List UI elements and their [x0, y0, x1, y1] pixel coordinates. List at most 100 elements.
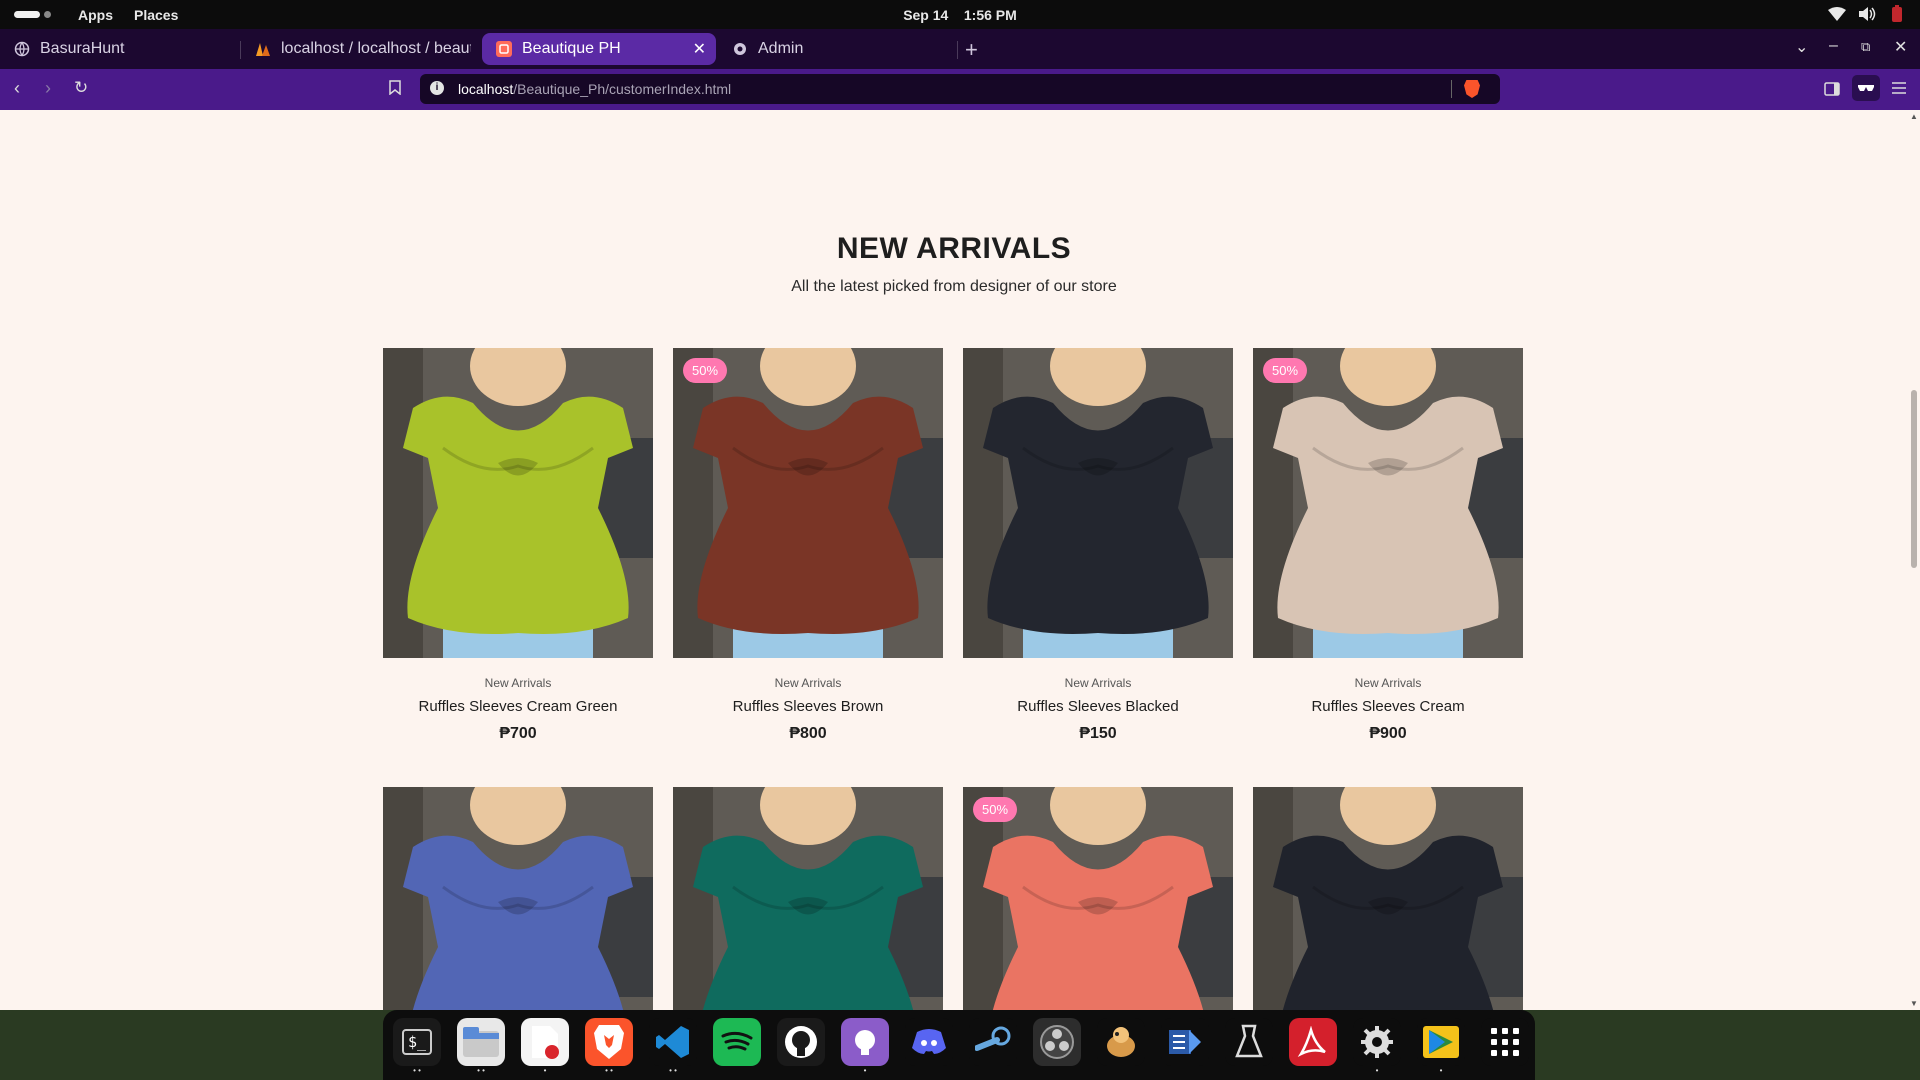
product-price: ₱800	[789, 725, 827, 742]
product-image[interactable]: 50%	[963, 787, 1233, 1010]
game-icon[interactable]	[1097, 1018, 1145, 1066]
product-price: ₱900	[1369, 725, 1407, 742]
workspace-indicator[interactable]	[14, 11, 51, 18]
system-status[interactable]	[1828, 5, 1906, 23]
product-image[interactable]	[1253, 787, 1523, 1010]
play-store-icon[interactable]: •	[1417, 1018, 1465, 1075]
tab-label: Admin	[758, 40, 804, 57]
url-separator	[1451, 80, 1452, 98]
product-card[interactable]	[1253, 787, 1523, 1010]
product-card[interactable]: 50% New Arrivals Ruffles Sleeves Cream ₱900	[1253, 348, 1523, 743]
system-top-bar: Apps Places Sep 14 1:56 PM	[0, 0, 1920, 29]
product-name[interactable]: Ruffles Sleeves Cream	[1253, 698, 1523, 715]
files-icon[interactable]: • •	[457, 1018, 505, 1075]
close-tab-icon[interactable]: ✕	[693, 39, 706, 59]
github-icon[interactable]	[777, 1018, 825, 1066]
sidebar-toggle-icon[interactable]	[1824, 80, 1840, 101]
product-card[interactable]: New Arrivals Ruffles Sleeves Blacked ₱150	[963, 348, 1233, 743]
section-subtitle: All the latest picked from designer of o…	[791, 278, 1117, 295]
product-image[interactable]: 50%	[673, 348, 943, 658]
clock: Sep 14 1:56 PM	[0, 7, 1920, 23]
bookmark-icon[interactable]	[389, 80, 401, 99]
minimize-icon[interactable]: ‒	[1829, 37, 1838, 55]
product-name[interactable]: Ruffles Sleeves Blacked	[963, 698, 1233, 715]
tab-separator	[957, 41, 958, 59]
product-image[interactable]	[673, 787, 943, 1010]
section-title: NEW ARRIVALS	[836, 232, 1072, 265]
scroll-down-icon[interactable]: ▼	[1910, 999, 1918, 1008]
tab-label: localhost / localhost / beauti	[281, 40, 471, 57]
clock-time[interactable]: 1:56 PM	[964, 7, 1017, 23]
web-page: NEW ARRIVALS All the latest picked from …	[0, 110, 1908, 1010]
tab-basurahunt[interactable]: BasuraHunt	[0, 33, 240, 65]
product-card[interactable]	[673, 787, 943, 1010]
apps-menu[interactable]: Apps	[78, 7, 113, 23]
vscode-icon[interactable]: • •	[649, 1018, 697, 1075]
active-workspace[interactable]	[14, 11, 40, 18]
scroll-up-icon[interactable]: ▲	[1910, 112, 1918, 121]
running-indicator: •	[863, 1066, 867, 1075]
product-price: ₱150	[1079, 725, 1117, 742]
video-editor-icon[interactable]	[1161, 1018, 1209, 1066]
product-card[interactable]	[383, 787, 653, 1010]
tab-list-chevron-icon[interactable]: ⌄	[1795, 37, 1808, 57]
reading-glasses-icon[interactable]	[1852, 75, 1880, 101]
inactive-workspace[interactable]	[44, 11, 51, 18]
dock: $_ • • • • • • • • • • • •	[383, 1010, 1535, 1080]
github-desktop-icon[interactable]: •	[841, 1018, 889, 1075]
volume-icon	[1858, 5, 1876, 23]
product-category: New Arrivals	[484, 676, 552, 690]
product-card[interactable]: 50% New Arrivals Ruffles Sleeves Brown ₱800	[673, 348, 943, 743]
address-bar[interactable]: i localhost/Beautique_Ph/customerIndex.h…	[420, 74, 1500, 104]
tab-beautique[interactable]: Beautique PH ✕	[482, 33, 716, 65]
url-text[interactable]: localhost/Beautique_Ph/customerIndex.htm…	[458, 81, 731, 97]
globe-icon	[14, 41, 30, 57]
product-image[interactable]	[383, 787, 653, 1010]
product-image[interactable]	[963, 348, 1233, 658]
running-indicator: • •	[477, 1066, 485, 1075]
spotify-icon[interactable]	[713, 1018, 761, 1066]
tab-phpmyadmin[interactable]: localhost / localhost / beauti	[241, 33, 471, 65]
tab-label: Beautique PH	[522, 40, 621, 57]
product-image[interactable]: 50%	[1253, 348, 1523, 658]
page-scrollbar[interactable]: ▲ ▼	[1908, 110, 1920, 1010]
product-category: New Arrivals	[1064, 676, 1132, 690]
tab-admin[interactable]: Admin	[718, 33, 956, 65]
new-tab-icon[interactable]: +	[965, 37, 978, 63]
pdf-reader-icon[interactable]	[1289, 1018, 1337, 1066]
product-name[interactable]: Ruffles Sleeves Brown	[673, 698, 943, 715]
product-card[interactable]: New Arrivals Ruffles Sleeves Cream Green ₱…	[383, 348, 653, 743]
main-menu-icon[interactable]	[1891, 79, 1907, 100]
product-name[interactable]: Ruffles Sleeves Cream Green	[383, 698, 653, 715]
close-window-icon[interactable]: ✕	[1894, 37, 1907, 57]
product-category: New Arrivals	[1354, 676, 1422, 690]
discord-icon[interactable]	[905, 1018, 953, 1066]
discount-badge: 50%	[683, 358, 728, 383]
text-editor-icon[interactable]: •	[521, 1018, 569, 1075]
inkscape-icon[interactable]	[1225, 1018, 1273, 1066]
forward-icon[interactable]: ›	[45, 78, 51, 99]
app-grid-icon[interactable]	[1481, 1018, 1529, 1066]
obs-icon[interactable]	[1033, 1018, 1081, 1066]
restore-icon[interactable]: ⧉	[1861, 39, 1870, 55]
running-indicator: • •	[605, 1066, 613, 1075]
reload-icon[interactable]: ↻	[74, 78, 88, 98]
back-icon[interactable]: ‹	[14, 78, 20, 99]
running-indicator: •	[543, 1066, 547, 1075]
running-indicator: •	[1439, 1066, 1443, 1075]
brave-icon[interactable]: • •	[585, 1018, 633, 1075]
brave-shields-icon[interactable]	[1464, 80, 1480, 98]
browser-toolbar: ‹ › ↻ i localhost/Beautique_Ph/customerI…	[0, 69, 1920, 110]
phpmyadmin-icon	[255, 41, 271, 57]
running-indicator: • •	[413, 1066, 421, 1075]
clock-date[interactable]: Sep 14	[903, 7, 948, 23]
product-image[interactable]	[383, 348, 653, 658]
places-menu[interactable]: Places	[134, 7, 178, 23]
tab-label: BasuraHunt	[40, 40, 125, 57]
settings-icon[interactable]: •	[1353, 1018, 1401, 1075]
site-info-icon[interactable]: i	[430, 81, 444, 95]
scrollbar-thumb[interactable]	[1911, 390, 1917, 568]
steam-icon[interactable]	[969, 1018, 1017, 1066]
product-card[interactable]: 50%	[963, 787, 1233, 1010]
terminal-icon[interactable]: $_ • •	[393, 1018, 441, 1075]
